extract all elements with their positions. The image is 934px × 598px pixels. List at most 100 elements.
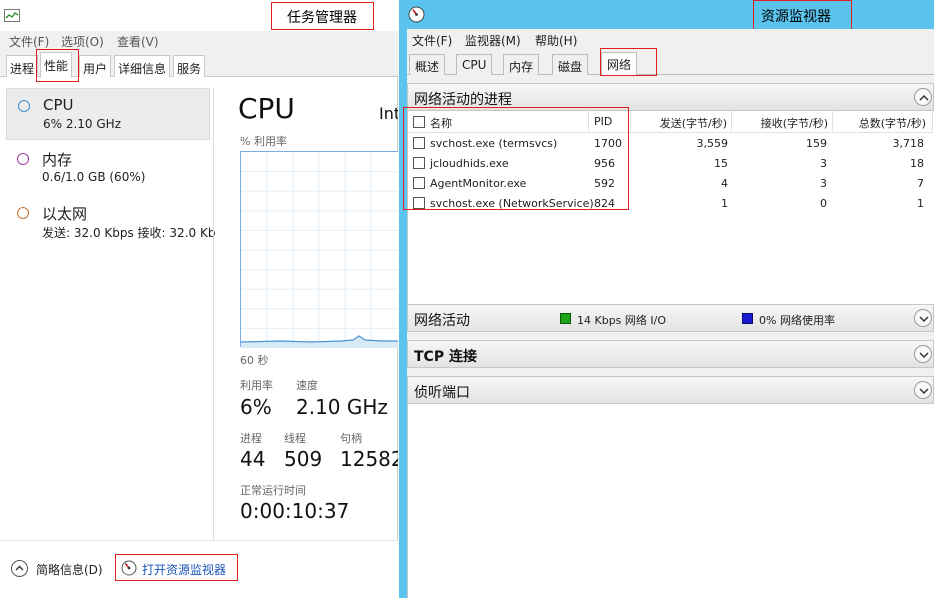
- task-manager-app-icon: [4, 9, 20, 22]
- rm-menu-file[interactable]: 文件(F): [412, 32, 452, 49]
- tab-details[interactable]: 详细信息: [114, 55, 171, 77]
- network-usage-label: 0% 网络使用率: [759, 314, 835, 327]
- row-checkbox[interactable]: [413, 157, 425, 169]
- expand-chevron-icon[interactable]: [914, 309, 932, 327]
- rm-tab-overview[interactable]: 概述: [409, 54, 446, 75]
- resource-list: CPU 6% 2.10 GHz 内存 0.6/1.0 GB (60%) 以太网 …: [0, 77, 215, 540]
- processes-value: 44: [240, 447, 266, 471]
- rm-menu-help[interactable]: 帮助(H): [535, 32, 577, 49]
- select-all-checkbox[interactable]: [413, 116, 425, 128]
- resource-detail: 6% 2.10 GHz: [43, 117, 122, 131]
- rm-tab-cpu[interactable]: CPU: [456, 54, 493, 75]
- process-name: svchost.exe (termsvcs): [430, 137, 558, 150]
- task-manager-window: 任务管理器 文件(F) 选项(O) 查看(V) 进程 性能 用户 详细信息 服务…: [0, 0, 398, 598]
- resource-item-ethernet[interactable]: 以太网 发送: 32.0 Kbps 接收: 32.0 Kb: [6, 196, 215, 248]
- utilization-label: 利用率: [240, 379, 273, 392]
- brief-info-toggle-icon[interactable]: [11, 560, 28, 577]
- handles-label: 句柄: [340, 432, 362, 445]
- resource-monitor-tabs: 概述 CPU 内存 磁盘 网络: [407, 51, 934, 76]
- expand-chevron-icon[interactable]: [914, 381, 932, 399]
- resource-item-cpu[interactable]: CPU 6% 2.10 GHz: [6, 88, 210, 140]
- task-manager-titlebar: 任务管理器: [0, 0, 398, 31]
- resource-item-memory[interactable]: 内存 0.6/1.0 GB (60%): [6, 142, 210, 194]
- resource-monitor-title-annotation: 资源监视器: [761, 9, 831, 25]
- network-io-swatch: [560, 313, 571, 324]
- table-row[interactable]: jcloudhids.exe 956 15 3 18: [408, 153, 934, 173]
- process-send: 4: [721, 177, 728, 190]
- cpu-detail-pane: CPU Int % 利用率 60 秒 利用率 速度 6% 2.10 GHz 进程…: [214, 77, 398, 540]
- cpu-model-name: Int: [379, 104, 398, 123]
- menu-file[interactable]: 文件(F): [9, 33, 49, 50]
- resource-name: 内存: [42, 151, 73, 169]
- network-activity-header[interactable]: 网络活动 14 Kbps 网络 I/O 0% 网络使用率: [407, 304, 934, 332]
- resource-monitor-app-icon: [408, 6, 425, 23]
- expand-chevron-icon[interactable]: [914, 345, 932, 363]
- resource-monitor-body: 文件(F) 监视器(M) 帮助(H) 概述 CPU 内存 磁盘 网络 网络活动的…: [403, 29, 934, 598]
- row-checkbox[interactable]: [413, 197, 425, 209]
- process-total: 3,718: [892, 137, 925, 150]
- process-pid: 956: [594, 157, 615, 170]
- resource-name: CPU: [43, 96, 74, 114]
- rm-tab-network[interactable]: 网络: [601, 52, 638, 76]
- cpu-utilization-graph: [240, 151, 398, 348]
- resource-monitor-window: 资源监视器 文件(F) 监视器(M) 帮助(H) 概述 CPU 内存 磁盘 网络…: [399, 0, 934, 598]
- process-recv: 3: [820, 177, 827, 190]
- process-send: 1: [721, 197, 728, 210]
- listening-ports-title: 侦听端口: [414, 385, 470, 401]
- tab-performance[interactable]: 性能: [40, 52, 73, 78]
- uptime-value: 0:00:10:37: [240, 499, 350, 523]
- row-checkbox[interactable]: [413, 137, 425, 149]
- threads-label: 线程: [284, 432, 306, 445]
- column-header-send[interactable]: 发送(字节/秒): [631, 111, 732, 133]
- speed-value: 2.10 GHz: [296, 395, 388, 419]
- detail-heading: CPU: [238, 92, 295, 125]
- column-header-total[interactable]: 总数(字节/秒): [833, 111, 933, 133]
- speed-label: 速度: [296, 379, 318, 392]
- process-name: svchost.exe (NetworkService): [430, 197, 594, 210]
- network-processes-header[interactable]: 网络活动的进程: [407, 83, 934, 111]
- table-row[interactable]: svchost.exe (NetworkService) 824 1 0 1: [408, 193, 934, 213]
- task-manager-tabs: 进程 性能 用户 详细信息 服务: [0, 51, 398, 78]
- process-send: 15: [714, 157, 728, 170]
- process-total: 7: [917, 177, 924, 190]
- cpu-ring-icon: [18, 100, 30, 112]
- ethernet-ring-icon: [17, 207, 29, 219]
- rm-tab-memory[interactable]: 内存: [503, 54, 540, 75]
- utilization-value: 6%: [240, 395, 272, 419]
- tcp-connections-header[interactable]: TCP 连接: [407, 340, 934, 368]
- open-resource-monitor-link[interactable]: 打开资源监视器: [142, 561, 226, 578]
- task-manager-menubar: 文件(F) 选项(O) 查看(V): [0, 31, 398, 51]
- process-total: 18: [910, 157, 924, 170]
- network-processes-title: 网络活动的进程: [414, 92, 512, 108]
- tab-services[interactable]: 服务: [173, 55, 206, 77]
- process-recv: 0: [820, 197, 827, 210]
- task-manager-title-annotation: 任务管理器: [287, 10, 357, 26]
- rm-menu-monitor[interactable]: 监视器(M): [465, 32, 521, 49]
- table-row[interactable]: svchost.exe (termsvcs) 1700 3,559 159 3,…: [408, 133, 934, 153]
- network-processes-table: 名称 PID 发送(字节/秒) 接收(字节/秒) 总数(字节/秒) svchos…: [407, 111, 934, 323]
- listening-ports-header[interactable]: 侦听端口: [407, 376, 934, 404]
- column-header-recv[interactable]: 接收(字节/秒): [732, 111, 833, 133]
- process-send: 3,559: [696, 137, 729, 150]
- table-row[interactable]: AgentMonitor.exe 592 4 3 7: [408, 173, 934, 193]
- column-header-name[interactable]: 名称: [408, 111, 589, 133]
- uptime-label: 正常运行时间: [240, 484, 306, 497]
- empty-content-area: [407, 404, 934, 598]
- collapse-chevron-icon[interactable]: [914, 88, 932, 106]
- rm-tab-disk[interactable]: 磁盘: [552, 54, 589, 75]
- row-checkbox[interactable]: [413, 177, 425, 189]
- network-io-label: 14 Kbps 网络 I/O: [577, 314, 667, 327]
- tab-users[interactable]: 用户: [79, 55, 112, 77]
- tab-processes[interactable]: 进程: [6, 55, 39, 77]
- column-header-name-label: 名称: [430, 117, 452, 130]
- process-total: 1: [917, 197, 924, 210]
- process-recv: 159: [806, 137, 827, 150]
- graph-time-label: 60 秒: [240, 354, 269, 367]
- menu-view[interactable]: 查看(V): [117, 33, 159, 50]
- process-name: AgentMonitor.exe: [430, 177, 527, 190]
- network-usage-swatch: [742, 313, 753, 324]
- column-header-pid[interactable]: PID: [589, 111, 631, 133]
- process-pid: 1700: [594, 137, 622, 150]
- menu-options[interactable]: 选项(O): [61, 33, 104, 50]
- brief-info-link[interactable]: 简略信息(D): [36, 561, 103, 578]
